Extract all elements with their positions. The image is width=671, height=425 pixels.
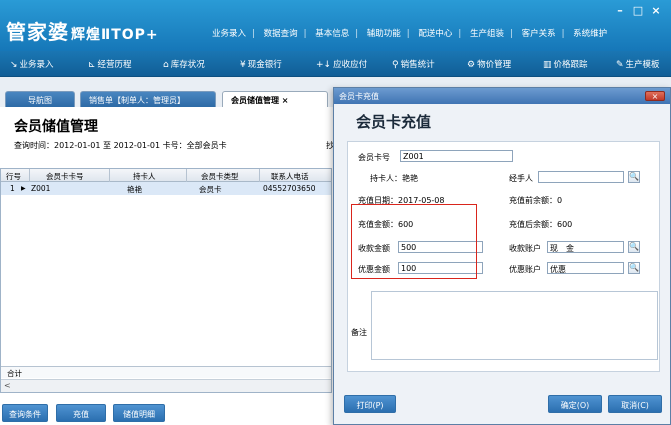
- cell-card-number: Z001: [31, 184, 51, 193]
- query-summary: 查询时间：2012-01-01 至 2012-01-01 卡号：全部会员卡: [14, 141, 227, 150]
- toolbar-price-track[interactable]: ▥ 价格跟踪: [543, 58, 588, 70]
- top-menu-item[interactable]: 系统维护: [573, 29, 607, 39]
- highlight-annotation-box: [351, 204, 477, 279]
- top-menu-item[interactable]: 业务录入: [212, 29, 246, 39]
- toolbar-label: 应收应付: [333, 60, 368, 70]
- toolbar-sales-stats[interactable]: ⚲ 销售统计: [392, 58, 435, 70]
- dialog-heading: 会员卡充值: [356, 113, 432, 131]
- top-menu-item[interactable]: 配送中心: [418, 29, 452, 39]
- toolbar-inventory[interactable]: ⌂ 库存状况: [163, 58, 205, 70]
- ok-button[interactable]: 确定(O): [548, 395, 602, 413]
- app-header: 管家婆 辉煌ⅡTOP+ – □ × 业务录入 | 数据查询 | 基本信息 | 辅助功能 | 配…: [0, 0, 671, 51]
- main-toolbar: ↘ 业务录入 ⊾ 经营历程 ⌂ 库存状况 ¥ 现金银行 +↓ 应收应付 ⚲ 销售统计 ⚙ 物价…: [0, 51, 671, 77]
- column-header[interactable]: 会员卡类型: [201, 171, 239, 182]
- app-logo: 管家婆 辉煌ⅡTOP+: [6, 16, 159, 45]
- top-menu-item[interactable]: 辅助功能: [367, 29, 401, 39]
- column-header[interactable]: 行号: [6, 171, 21, 182]
- chart-icon: ⊾: [88, 60, 96, 70]
- brand-version: 辉煌ⅡTOP+: [71, 27, 159, 43]
- yen-icon: ¥: [240, 60, 246, 70]
- toolbar-label: 价格跟踪: [553, 60, 588, 70]
- discount-account-label: 优惠账户: [509, 265, 541, 274]
- handler-label: 经手人: [509, 174, 533, 183]
- dialog-title: 会员卡充值: [339, 92, 379, 101]
- column-header[interactable]: 会员卡卡号: [46, 171, 84, 182]
- balance-before-text: 充值前余额：0: [509, 196, 563, 205]
- grid-header: 行号 会员卡卡号 持卡人 会员卡类型 联系人电话: [1, 169, 331, 182]
- cell-card-type: 会员卡: [199, 185, 222, 194]
- total-label: 合计: [7, 369, 22, 378]
- stored-value-detail-button[interactable]: 储值明细: [113, 404, 165, 422]
- close-window-icon[interactable]: ×: [647, 4, 665, 17]
- tab-member-stored-value[interactable]: 会员储值管理 ×: [222, 91, 328, 107]
- toolbar-label: 业务录入: [19, 60, 54, 70]
- column-header[interactable]: 联系人电话: [271, 171, 309, 182]
- cell-phone: 04552703650: [263, 184, 316, 193]
- minimize-icon[interactable]: –: [611, 4, 629, 17]
- tab-sales-order[interactable]: 销售单【制单人：管理员】: [80, 91, 216, 107]
- grid-total-row: 合计: [1, 366, 331, 378]
- recharge-button[interactable]: 充值: [56, 404, 106, 422]
- toolbar-label: 销售统计: [400, 60, 435, 70]
- top-menu-item[interactable]: 客户关系: [522, 29, 556, 39]
- top-menu-item[interactable]: 生产组装: [470, 29, 504, 39]
- toolbar-price-mgmt[interactable]: ⚙ 物价管理: [467, 58, 511, 70]
- toolbar-label: 生产模板: [625, 60, 660, 70]
- handler-input[interactable]: [538, 171, 624, 183]
- handler-search-icon[interactable]: 🔍: [628, 171, 640, 183]
- print-button[interactable]: 打印(P): [344, 395, 396, 413]
- balance-after-text: 充值后余额：600: [509, 220, 573, 229]
- query-conditions-button[interactable]: 查询条件: [2, 404, 48, 422]
- received-account-input[interactable]: 现 金: [547, 241, 624, 253]
- arrow-icon: ↘: [10, 60, 18, 70]
- exchange-icon: +↓: [316, 60, 332, 70]
- wrench-icon: ✎: [616, 60, 624, 70]
- top-menu: 业务录入 | 数据查询 | 基本信息 | 辅助功能 | 配送中心 | 生产组装 | 客户关系…: [212, 29, 608, 39]
- page-title: 会员储值管理: [14, 119, 98, 135]
- toolbar-receivable[interactable]: +↓ 应收应付: [316, 58, 367, 70]
- recharge-dialog: 会员卡充值 × 会员卡充值 会员卡号 Z001 持卡人：艳艳 经手人 🔍 充值日…: [333, 87, 671, 425]
- tab-navigation[interactable]: 导航图: [5, 91, 75, 107]
- table-row[interactable]: 1 ▶ Z001 艳艳 会员卡 04552703650: [1, 182, 331, 195]
- column-header[interactable]: 持卡人: [133, 171, 156, 182]
- top-menu-item[interactable]: 基本信息: [315, 29, 349, 39]
- memo-textarea[interactable]: [371, 291, 658, 360]
- close-icon[interactable]: ×: [645, 91, 665, 101]
- scroll-left-icon[interactable]: <: [4, 381, 11, 390]
- horizontal-scrollbar[interactable]: <: [1, 379, 331, 392]
- cancel-button[interactable]: 取消(C): [608, 395, 662, 413]
- cell-holder: 艳艳: [127, 185, 142, 194]
- home-icon: ⌂: [163, 60, 169, 70]
- toolbar-label: 经营历程: [97, 60, 132, 70]
- card-number-input[interactable]: Z001: [400, 150, 513, 162]
- memo-label: 备注: [351, 328, 367, 337]
- cell-row-number: 1: [10, 184, 15, 193]
- toolbar-history[interactable]: ⊾ 经营历程: [88, 58, 132, 70]
- toolbar-cash-bank[interactable]: ¥ 现金银行: [240, 58, 282, 70]
- maximize-icon[interactable]: □: [629, 4, 647, 17]
- toolbar-business-entry[interactable]: ↘ 业务录入: [10, 58, 54, 70]
- discount-account-search-icon[interactable]: 🔍: [628, 262, 640, 274]
- dialog-titlebar[interactable]: 会员卡充值: [334, 88, 670, 104]
- gear-icon: ⚙: [467, 60, 476, 70]
- card-holder-text: 持卡人：艳艳: [370, 174, 418, 183]
- toolbar-label: 物价管理: [477, 60, 512, 70]
- received-account-label: 收款账户: [509, 244, 541, 253]
- toolbar-label: 库存状况: [170, 60, 205, 70]
- bar-chart-icon: ▥: [543, 60, 552, 70]
- top-menu-item[interactable]: 数据查询: [264, 29, 298, 39]
- member-grid: 行号 会员卡卡号 持卡人 会员卡类型 联系人电话 1 ▶ Z001 艳艳 会员卡…: [0, 168, 332, 393]
- discount-account-input[interactable]: 优惠: [547, 262, 624, 274]
- toolbar-label: 现金银行: [247, 60, 282, 70]
- window-controls: – □ ×: [611, 4, 665, 17]
- received-account-search-icon[interactable]: 🔍: [628, 241, 640, 253]
- toolbar-production[interactable]: ✎ 生产模板: [616, 58, 660, 70]
- search-icon: ⚲: [392, 60, 399, 70]
- row-pointer-icon: ▶: [21, 185, 26, 192]
- brand-name: 管家婆: [6, 20, 69, 44]
- card-number-label: 会员卡号: [358, 153, 390, 162]
